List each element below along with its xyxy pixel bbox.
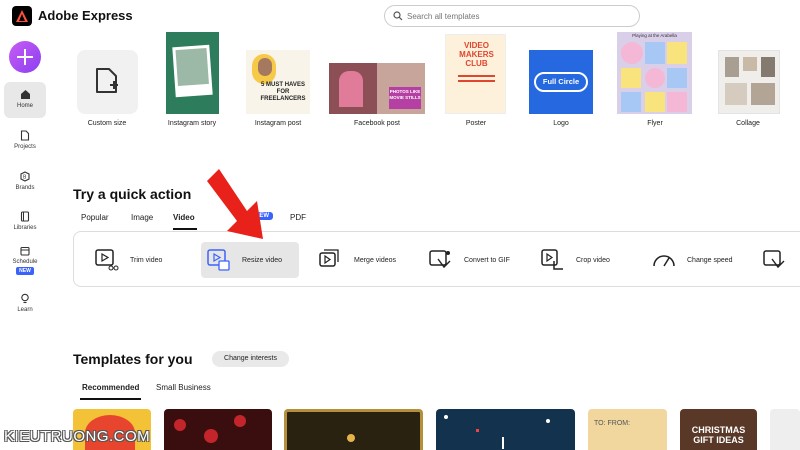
action-label: Trim video [130,256,163,264]
flyer-thumbnail[interactable]: Playing at the Arabella [617,32,692,114]
format-label[interactable]: Instagram story [142,120,242,127]
partial-action-icon [763,250,785,269]
quick-action-strip: Trim video Resize video Merge videos Con… [73,231,800,287]
action-label: Convert to GIF [464,256,510,264]
brand-icon: B [20,171,30,182]
trim-video-action[interactable]: Trim video [94,242,162,278]
crop-video-icon [541,249,563,270]
format-label[interactable]: Facebook post [327,120,427,127]
resize-video-icon [207,249,230,271]
search-bar[interactable] [384,5,640,27]
tab-video[interactable]: Video [173,213,195,222]
thumbnail-text: Full Circle [534,72,588,92]
library-icon [20,211,30,222]
instagram-post-thumbnail[interactable]: 5 MUST HAVES FOR FREELANCERS [246,50,310,114]
action-label: Merge videos [354,256,397,264]
sidebar-item-projects[interactable]: Projects [4,130,46,150]
watermark-text: KIEUTRUONG.COM [4,428,151,445]
file-icon [20,130,30,141]
red-arrow-annotation [207,169,263,239]
change-speed-action[interactable]: Change speed [651,242,733,278]
template-card[interactable]: TO: FROM: [588,409,667,450]
app-title[interactable]: Adobe Express [38,8,133,23]
change-interests-button[interactable]: Change interests [212,351,289,367]
sidebar-item-label: Learn [17,307,33,313]
sidebar-item-home[interactable]: Home [4,82,46,118]
facebook-post-thumbnail[interactable]: PHOTOS LIKE MOVIE STILLS [329,63,425,114]
sidebar-item-learn[interactable]: Learn [4,293,46,313]
home-icon [20,90,30,99]
sidebar-item-label: Libraries [13,225,37,231]
adobe-express-logo-icon[interactable] [12,6,32,26]
speedometer-icon [653,255,675,267]
search-input[interactable] [407,9,631,23]
format-label[interactable]: Logo [511,120,611,127]
merge-videos-action[interactable]: Merge videos [318,242,396,278]
lightbulb-icon [21,293,29,304]
crop-video-action[interactable]: Crop video [540,242,610,278]
template-card[interactable] [284,409,423,450]
action-label: Resize video [242,256,283,264]
tab-image[interactable]: Image [131,213,153,222]
thumbnail-text: 5 MUST HAVES FOR FREELANCERS [260,82,306,102]
template-card[interactable]: CHRISTMAS GIFT IDEAS [680,409,757,450]
new-file-plus-icon [96,68,118,93]
format-label[interactable]: Collage [698,120,798,127]
poster-thumbnail[interactable]: VIDEO MAKERS CLUB [445,34,506,114]
calendar-icon [20,246,30,256]
convert-to-gif-action[interactable]: Convert to GIF [428,242,510,278]
top-bar: Adobe Express [0,0,800,32]
template-card[interactable] [770,409,800,450]
sidebar: Home Projects B Brands Libraries Schedul… [0,32,50,450]
new-badge: NEW [16,267,34,275]
quick-action-title: Try a quick action [73,186,192,202]
action-label: Change speed [687,256,733,264]
svg-text:B: B [23,175,27,181]
thumbnail-text: Playing at the Arabella [632,33,677,38]
sidebar-item-label: Projects [14,144,36,150]
trim-video-icon [95,249,119,271]
templates-title: Templates for you [73,351,193,367]
sidebar-item-label: Schedule [12,259,38,265]
sidebar-item-libraries[interactable]: Libraries [4,211,46,231]
sidebar-item-label: Brands [15,185,35,191]
tab-pdf[interactable]: PDF [290,213,306,222]
merge-videos-icon [319,249,339,267]
thumbnail-text: VIDEO MAKERS CLUB [459,41,494,68]
format-label[interactable]: Flyer [605,120,705,127]
resize-video-action[interactable]: Resize video [201,242,299,278]
card-text: TO: FROM: [594,420,631,427]
gif-icon [429,250,451,269]
instagram-story-thumbnail[interactable] [166,32,219,114]
collage-thumbnail[interactable] [718,50,780,114]
sidebar-item-brands[interactable]: B Brands [4,171,46,191]
action-label: Crop video [576,256,610,264]
card-text: CHRISTMAS GIFT IDEAS [691,425,746,445]
tab-popular[interactable]: Popular [81,213,109,222]
tab-small-business[interactable]: Small Business [156,383,211,392]
custom-size-tile[interactable] [77,50,138,114]
sidebar-item-label: Home [16,103,33,109]
template-card[interactable] [436,409,575,450]
create-plus-button[interactable] [9,41,41,73]
template-card[interactable] [164,409,272,450]
format-label[interactable]: Instagram post [228,120,328,127]
more-action-partial[interactable] [762,242,788,278]
logo-thumbnail[interactable]: Full Circle [529,50,593,114]
search-icon [393,11,403,21]
tab-active-underline [173,228,197,230]
sidebar-item-schedule[interactable]: Schedule NEW [4,246,46,275]
tab-recommended[interactable]: Recommended [82,383,139,392]
tab-active-underline [80,398,141,400]
thumbnail-text: PHOTOS LIKE MOVIE STILLS [389,87,421,109]
